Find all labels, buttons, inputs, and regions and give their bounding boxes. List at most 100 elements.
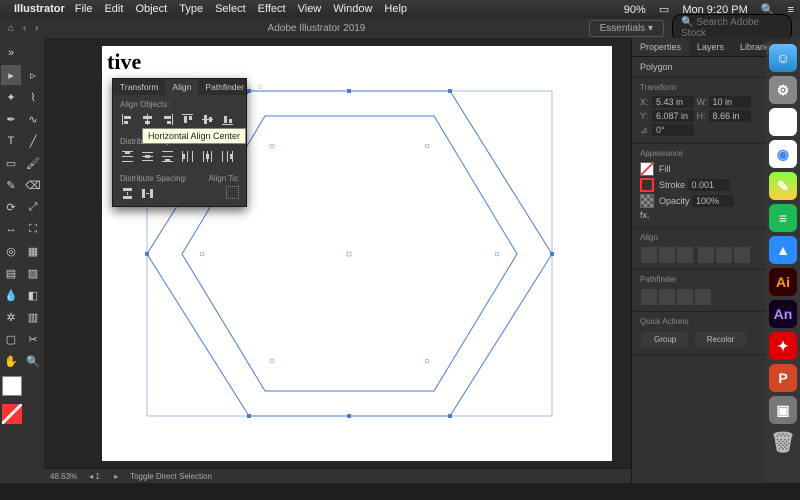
fill-swatch[interactable] (640, 162, 654, 176)
fill-color-well[interactable] (2, 376, 22, 396)
dist-vcenter-icon[interactable] (140, 149, 155, 164)
p-align-left-icon[interactable] (641, 247, 657, 263)
dist-space-h-icon[interactable] (140, 186, 155, 201)
symbol-sprayer-tool[interactable]: ✲ (1, 307, 21, 327)
dock-finder[interactable]: ☺ (769, 44, 797, 72)
mesh-tool[interactable]: ▤ (1, 263, 21, 283)
align-left-icon[interactable] (120, 112, 135, 127)
transform-y[interactable]: 6.087 in (652, 110, 694, 122)
p-align-right-icon[interactable] (677, 247, 693, 263)
scale-tool[interactable]: ⤢ (23, 197, 43, 217)
zoom-level[interactable]: 48.63% (50, 472, 77, 481)
type-tool[interactable]: T (1, 131, 21, 151)
blend-tool[interactable]: ◧ (23, 285, 43, 305)
dock-safari[interactable]: ▲ (769, 236, 797, 264)
dist-left-icon[interactable] (180, 149, 195, 164)
brand-text[interactable]: tive (107, 49, 141, 75)
opacity-icon[interactable] (640, 194, 654, 208)
magic-wand-tool[interactable]: ✦ (1, 87, 21, 107)
dock-animate[interactable]: An (769, 300, 797, 328)
menu-object[interactable]: Object (135, 3, 167, 15)
menu-file[interactable]: File (75, 3, 93, 15)
align-top-icon[interactable] (180, 112, 195, 127)
tab-properties[interactable]: Properties (632, 38, 689, 56)
app-name-menu[interactable]: Illustrator (14, 3, 65, 15)
transform-angle[interactable]: 0° (652, 124, 694, 136)
shaper-tool[interactable]: ✎ (1, 175, 21, 195)
tab-align[interactable]: Align (165, 79, 198, 95)
curvature-tool[interactable]: ∿ (23, 109, 43, 129)
pf-exclude-icon[interactable] (695, 289, 711, 305)
dock-settings[interactable]: ⚙ (769, 76, 797, 104)
dist-top-icon[interactable] (120, 149, 135, 164)
paintbrush-tool[interactable]: 🖌 (23, 153, 43, 173)
slice-tool[interactable]: ✂ (23, 329, 43, 349)
recolor-button[interactable]: Recolor (695, 332, 747, 347)
artboard-nav[interactable]: ◂ 1 ▸ (89, 472, 118, 481)
pf-minus-icon[interactable] (659, 289, 675, 305)
zoom-tool[interactable]: 🔍 (23, 351, 43, 371)
dock-spotify[interactable]: ≡ (769, 204, 797, 232)
pf-intersect-icon[interactable] (677, 289, 693, 305)
p-align-top-icon[interactable] (698, 247, 714, 263)
opacity-value[interactable]: 100% (692, 195, 734, 207)
tab-pathfinder[interactable]: Pathfinder (198, 79, 251, 95)
rotate-tool[interactable]: ⟳ (1, 197, 21, 217)
panel-toggle-icon[interactable]: » (1, 43, 21, 63)
gradient-tool[interactable]: ▨ (23, 263, 43, 283)
align-to-icon[interactable] (226, 186, 239, 199)
dock-photos[interactable]: ✿ (769, 108, 797, 136)
align-right-icon[interactable] (160, 112, 175, 127)
eyedropper-tool[interactable]: 💧 (1, 285, 21, 305)
stroke-swatch[interactable] (640, 178, 654, 192)
hand-tool[interactable]: ✋ (1, 351, 21, 371)
back-icon[interactable]: ‹ (23, 23, 26, 34)
stroke-weight[interactable]: 0.001 (688, 179, 730, 191)
menu-effect[interactable]: Effect (258, 3, 286, 15)
artboard-tool[interactable]: ▢ (1, 329, 21, 349)
rectangle-tool[interactable]: ▭ (1, 153, 21, 173)
pen-tool[interactable]: ✒ (1, 109, 21, 129)
p-align-bottom-icon[interactable] (734, 247, 750, 263)
dock-illustrator[interactable]: Ai (769, 268, 797, 296)
p-align-vcenter-icon[interactable] (716, 247, 732, 263)
panel-menu-icon[interactable]: ≡ (251, 79, 270, 95)
tab-transform[interactable]: Transform (113, 79, 165, 95)
group-button[interactable]: Group (642, 332, 688, 347)
dist-hcenter-icon[interactable] (200, 149, 215, 164)
workspace-switcher[interactable]: Essentials ▾ (589, 20, 664, 37)
align-vcenter-icon[interactable] (200, 112, 215, 127)
menubar-list-icon[interactable]: ≡ (788, 4, 794, 16)
transform-h[interactable]: 8.66 in (709, 110, 751, 122)
width-tool[interactable]: ↔ (1, 219, 21, 239)
selection-tool[interactable]: ▸ (1, 65, 21, 85)
dock-chrome[interactable]: ◉ (769, 140, 797, 168)
home-icon[interactable]: ⌂ (8, 23, 14, 34)
dock-trash[interactable]: 🗑 (769, 428, 797, 456)
menu-view[interactable]: View (298, 3, 322, 15)
menu-window[interactable]: Window (333, 3, 372, 15)
align-bottom-icon[interactable] (220, 112, 235, 127)
column-graph-tool[interactable]: ▥ (23, 307, 43, 327)
direct-selection-tool[interactable]: ▹ (23, 65, 43, 85)
menu-edit[interactable]: Edit (104, 3, 123, 15)
transform-x[interactable]: 5.43 in (652, 96, 694, 108)
perspective-tool[interactable]: ▦ (23, 241, 43, 261)
transform-w[interactable]: 10 in (709, 96, 751, 108)
dock-powerpoint[interactable]: P (769, 364, 797, 392)
dock-acrobat[interactable]: ✦ (769, 332, 797, 360)
shape-builder-tool[interactable]: ◎ (1, 241, 21, 261)
menu-help[interactable]: Help (384, 3, 407, 15)
menu-type[interactable]: Type (179, 3, 203, 15)
eraser-tool[interactable]: ⌫ (23, 175, 43, 195)
dock-notes[interactable]: ✎ (769, 172, 797, 200)
p-align-hcenter-icon[interactable] (659, 247, 675, 263)
battery-status[interactable]: 90% (624, 4, 646, 16)
menu-select[interactable]: Select (215, 3, 246, 15)
free-transform-tool[interactable]: ⛶ (23, 219, 43, 239)
fx-icon[interactable]: fx. (640, 210, 650, 220)
align-hcenter-icon[interactable] (140, 112, 155, 127)
fwd-icon[interactable]: › (35, 23, 38, 34)
line-tool[interactable]: ╱ (23, 131, 43, 151)
dist-right-icon[interactable] (220, 149, 235, 164)
